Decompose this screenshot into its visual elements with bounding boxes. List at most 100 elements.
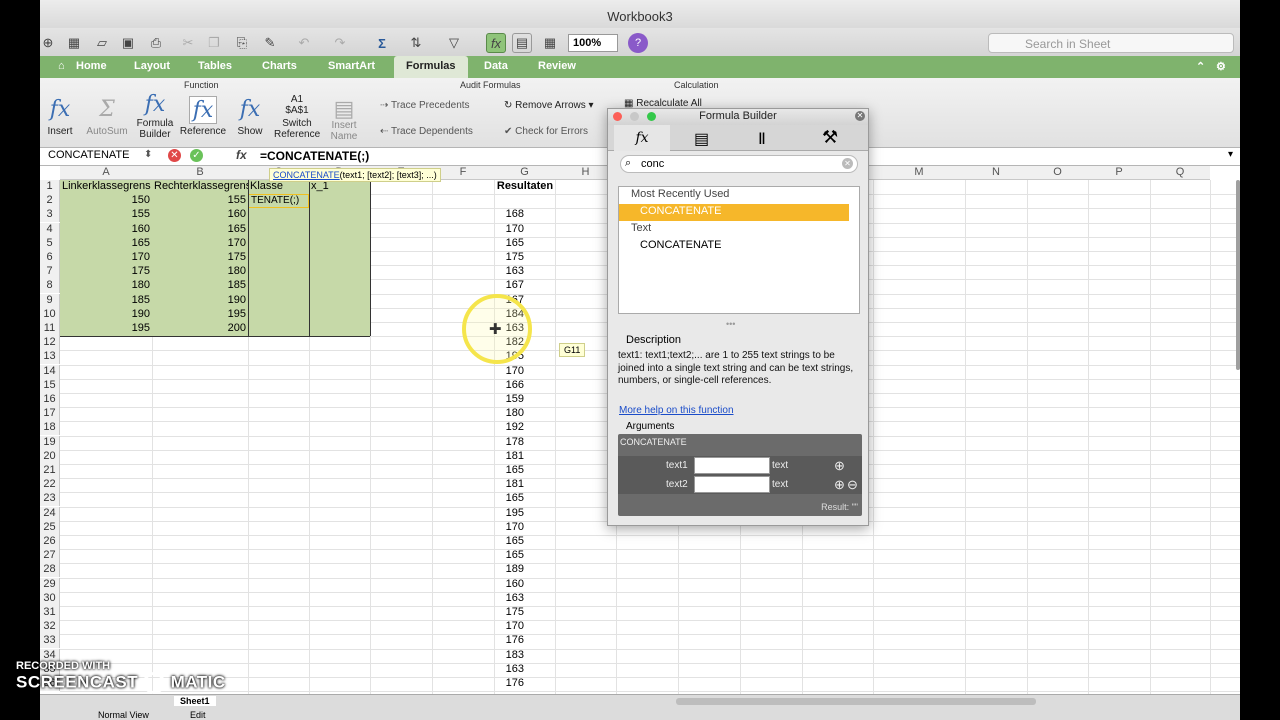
zoom-icon[interactable] xyxy=(647,112,656,121)
cell-a[interactable]: 160 xyxy=(60,223,152,237)
row-header[interactable]: 23 xyxy=(40,492,60,507)
cut-icon[interactable]: ✂ xyxy=(178,33,198,53)
cell-g[interactable]: 163 xyxy=(494,663,526,677)
cell-g[interactable]: 165 xyxy=(494,535,526,549)
header-cell-d[interactable]: x_1 xyxy=(309,180,370,194)
new-icon[interactable]: ⊕ xyxy=(40,33,58,53)
cell-a[interactable]: 190 xyxy=(60,308,152,322)
row-header[interactable]: 13 xyxy=(40,350,60,365)
row-header[interactable]: 17 xyxy=(40,407,60,422)
cell-a[interactable]: 195 xyxy=(60,322,152,336)
sheet-tab[interactable]: Sheet1 xyxy=(174,696,216,706)
cell-g[interactable]: 165 xyxy=(494,237,526,251)
formula-builder-button[interactable]: fx Formula Builder xyxy=(136,94,174,141)
arg1-input[interactable] xyxy=(694,457,770,474)
column-header[interactable]: G xyxy=(494,166,555,180)
cell-b[interactable]: 170 xyxy=(152,237,248,251)
row-header[interactable]: 33 xyxy=(40,634,60,649)
cell-b[interactable]: 200 xyxy=(152,322,248,336)
row-header[interactable]: 18 xyxy=(40,421,60,436)
cell-g[interactable]: 176 xyxy=(494,634,526,648)
cancel-icon[interactable]: ✕ xyxy=(168,149,181,162)
sort-icon[interactable]: ⇅ xyxy=(406,33,426,53)
list-item-recent-concatenate[interactable]: CONCATENATE xyxy=(619,204,849,221)
cell-a[interactable]: 150 xyxy=(60,194,152,208)
tab-review[interactable]: Review xyxy=(538,60,576,72)
row-header[interactable]: 20 xyxy=(40,449,60,464)
row-header[interactable]: 7 xyxy=(40,265,60,280)
tab-home[interactable]: Home xyxy=(76,60,107,72)
open-icon[interactable]: ▱ xyxy=(92,33,112,53)
tooltip-function[interactable]: CONCATENATE xyxy=(273,170,340,180)
row-header[interactable]: 16 xyxy=(40,393,60,407)
more-help-link[interactable]: More help on this function xyxy=(619,405,734,416)
trace-dependents-button[interactable]: ⇠ Trace Dependents xyxy=(380,126,473,137)
clear-search-icon[interactable]: ✕ xyxy=(842,158,853,169)
arg2-input[interactable] xyxy=(694,476,770,493)
row-header[interactable]: 3 xyxy=(40,208,60,223)
undo-icon[interactable]: ↶ xyxy=(294,33,314,53)
cell-b[interactable]: 185 xyxy=(152,279,248,293)
cell-g[interactable]: 195 xyxy=(494,507,526,521)
horizontal-scrollbar[interactable] xyxy=(676,698,1036,705)
fx-tab-icon[interactable]: fx xyxy=(614,125,670,151)
formula-builder-toggle-icon[interactable]: fx xyxy=(486,33,506,53)
tab-data[interactable]: Data xyxy=(484,60,508,72)
print-icon[interactable]: ⎙ xyxy=(146,33,166,53)
row-header[interactable]: 6 xyxy=(40,251,60,265)
list-item-text-concatenate[interactable]: CONCATENATE xyxy=(619,238,859,255)
row-header[interactable]: 14 xyxy=(40,364,60,379)
cell-g[interactable]: 159 xyxy=(494,393,526,407)
cell-b[interactable]: 155 xyxy=(152,194,248,208)
autosum-icon[interactable]: Σ xyxy=(372,33,392,53)
cell-a[interactable]: 170 xyxy=(60,251,152,265)
cell-g[interactable]: 175 xyxy=(494,251,526,265)
header-cell-b[interactable]: Rechterklassegrens xyxy=(152,180,248,194)
cell-g[interactable]: 163 xyxy=(494,592,526,606)
tab-layout[interactable]: Layout xyxy=(134,60,170,72)
cell-g[interactable]: 180 xyxy=(494,407,526,421)
cell-g[interactable]: 165 xyxy=(494,464,526,478)
add-argument-2-icon[interactable]: ⊕ xyxy=(834,477,845,493)
cell-g[interactable]: 165 xyxy=(494,492,526,506)
row-header[interactable]: 5 xyxy=(40,236,60,251)
remove-argument-icon[interactable]: ⊖ xyxy=(847,477,858,493)
save-icon[interactable]: ▣ xyxy=(118,33,138,53)
header-cell-a[interactable]: Linkerklassegrens xyxy=(60,180,152,194)
cell-g[interactable]: 168 xyxy=(494,208,526,222)
namebox-dropdown-icon[interactable]: ⬍ xyxy=(144,149,152,160)
filter-icon[interactable]: ▽ xyxy=(444,33,464,53)
column-header[interactable]: N xyxy=(965,166,1027,180)
template-icon[interactable]: ▦ xyxy=(64,33,84,53)
cell-g[interactable]: 189 xyxy=(494,563,526,577)
cell-g[interactable]: 170 xyxy=(494,365,526,379)
cell-a[interactable]: 180 xyxy=(60,279,152,293)
row-header[interactable]: 10 xyxy=(40,307,60,322)
splitter-handle[interactable]: ••• xyxy=(726,319,735,329)
cell-g[interactable]: 178 xyxy=(494,436,526,450)
cell-g[interactable]: 181 xyxy=(494,450,526,464)
column-header[interactable]: F xyxy=(432,166,494,180)
tab-charts[interactable]: Charts xyxy=(262,60,297,72)
tab-tables[interactable]: Tables xyxy=(198,60,232,72)
row-header[interactable]: 27 xyxy=(40,549,60,564)
row-header[interactable]: 31 xyxy=(40,606,60,620)
cell-g[interactable]: 175 xyxy=(494,606,526,620)
row-header[interactable]: 2 xyxy=(40,194,60,209)
row-header[interactable]: 15 xyxy=(40,378,60,393)
row-header[interactable]: 22 xyxy=(40,478,60,493)
function-search-input[interactable]: ⌕ conc ✕ xyxy=(620,155,858,173)
wrench-tab-icon[interactable]: ⚒ xyxy=(822,127,838,148)
toolbox-icon[interactable]: ▦ xyxy=(540,33,560,53)
cell-a[interactable]: 155 xyxy=(60,208,152,222)
cell-g[interactable]: 165 xyxy=(494,549,526,563)
cell-a[interactable]: 165 xyxy=(60,237,152,251)
cell-g[interactable]: 170 xyxy=(494,521,526,535)
cell-b[interactable]: 175 xyxy=(152,251,248,265)
cell-g[interactable]: 166 xyxy=(494,379,526,393)
name-box[interactable]: CONCATENATE xyxy=(44,149,156,164)
column-header[interactable]: B xyxy=(152,166,248,180)
paste-icon[interactable]: ⎘ xyxy=(232,33,252,53)
copy-icon[interactable]: ❐ xyxy=(204,33,224,53)
header-cell-g[interactable]: Resultaten xyxy=(494,180,556,194)
